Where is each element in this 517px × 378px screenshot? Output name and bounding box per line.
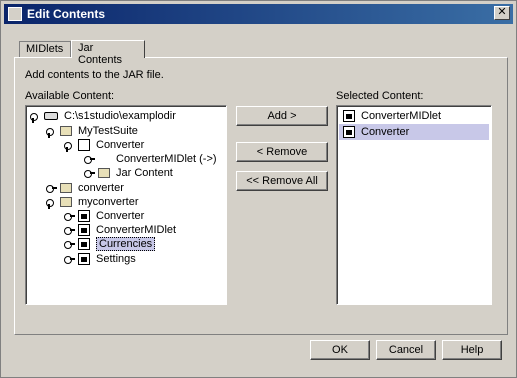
- dialog-title: Edit Contents: [27, 7, 105, 21]
- tree-node-label: Converter: [96, 139, 145, 151]
- collapsed-key-icon[interactable]: [64, 225, 75, 235]
- folder-open-icon: [60, 126, 72, 136]
- tree-node-label: ConverterMIDlet (->): [116, 153, 217, 165]
- java-file-icon: [78, 253, 90, 265]
- tree-node-label: ConverterMIDlet: [96, 224, 177, 236]
- remove-button[interactable]: < Remove: [236, 142, 328, 162]
- selected-content-label: Selected Content:: [336, 90, 424, 102]
- tree-node-label: Settings: [96, 253, 136, 265]
- expand-key-icon[interactable]: [30, 111, 40, 123]
- close-button[interactable]: ✕: [494, 6, 510, 20]
- list-item[interactable]: Converter: [339, 124, 489, 140]
- help-button[interactable]: Help: [442, 340, 502, 360]
- cancel-button[interactable]: Cancel: [376, 340, 436, 360]
- java-file-icon: [343, 126, 355, 138]
- available-content-label: Available Content:: [25, 90, 115, 102]
- tree-node-label: converter: [78, 182, 124, 194]
- window-icon: [8, 7, 22, 21]
- tree-node-label: Converter: [96, 210, 145, 222]
- tree-node-label: Currencies: [96, 237, 156, 251]
- available-content-tree[interactable]: C:\s1studio\examplodir MyTestSuite Conve…: [25, 105, 227, 305]
- tree-node[interactable]: C:\s1studio\examplodir: [30, 109, 176, 123]
- tree-node[interactable]: converter: [46, 181, 124, 195]
- java-file-icon: [78, 210, 90, 222]
- tab-jar-contents[interactable]: Jar Contents: [71, 40, 145, 66]
- collapsed-key-icon[interactable]: [84, 154, 95, 164]
- java-file-icon: [78, 238, 90, 250]
- tree-node[interactable]: Converter: [64, 209, 144, 223]
- tree-node[interactable]: Jar Content: [84, 166, 173, 180]
- add-button[interactable]: Add >: [236, 106, 328, 126]
- selected-content-list[interactable]: ConverterMIDlet Converter: [336, 105, 492, 305]
- collapsed-key-icon[interactable]: [64, 211, 75, 221]
- tree-node-label: C:\s1studio\examplodir: [64, 110, 176, 122]
- instruction-text: Add contents to the JAR file.: [25, 69, 164, 81]
- folder-open-icon: [60, 197, 72, 207]
- collapsed-key-icon[interactable]: [64, 254, 75, 264]
- title-bar[interactable]: Edit Contents ✕: [4, 4, 513, 24]
- jar-icon: [98, 168, 110, 178]
- tree-node-label: Jar Content: [116, 167, 173, 179]
- tree-node-label: myconverter: [78, 196, 139, 208]
- drive-icon: [44, 112, 58, 120]
- remove-all-button[interactable]: << Remove All: [236, 171, 328, 191]
- collapsed-key-icon[interactable]: [84, 168, 95, 178]
- class-icon: [78, 139, 90, 151]
- list-item-label: Converter: [361, 126, 410, 138]
- list-item[interactable]: ConverterMIDlet: [339, 108, 489, 124]
- tree-node[interactable]: ConverterMIDlet (->): [84, 152, 217, 166]
- java-file-icon: [78, 224, 90, 236]
- tree-node[interactable]: MyTestSuite: [46, 124, 138, 138]
- ok-button[interactable]: OK: [310, 340, 370, 360]
- tree-node[interactable]: Currencies: [64, 237, 156, 251]
- collapsed-key-icon[interactable]: [64, 239, 75, 249]
- expand-key-icon[interactable]: [46, 197, 56, 209]
- midlet-icon: [98, 153, 110, 165]
- tree-node[interactable]: Settings: [64, 252, 136, 266]
- tree-node-label: MyTestSuite: [78, 125, 138, 137]
- expand-key-icon[interactable]: [64, 140, 74, 152]
- collapsed-key-icon[interactable]: [46, 183, 57, 193]
- folder-icon: [60, 183, 72, 193]
- tree-node[interactable]: Converter: [64, 138, 144, 152]
- java-file-icon: [343, 110, 355, 122]
- edit-contents-dialog: Edit Contents ✕ MIDlets Jar Contents Add…: [0, 0, 517, 378]
- tree-node[interactable]: ConverterMIDlet: [64, 223, 176, 237]
- tree-node[interactable]: myconverter: [46, 195, 139, 209]
- tab-midlets[interactable]: MIDlets: [19, 41, 71, 57]
- list-item-label: ConverterMIDlet: [361, 110, 442, 122]
- expand-key-icon[interactable]: [46, 126, 56, 138]
